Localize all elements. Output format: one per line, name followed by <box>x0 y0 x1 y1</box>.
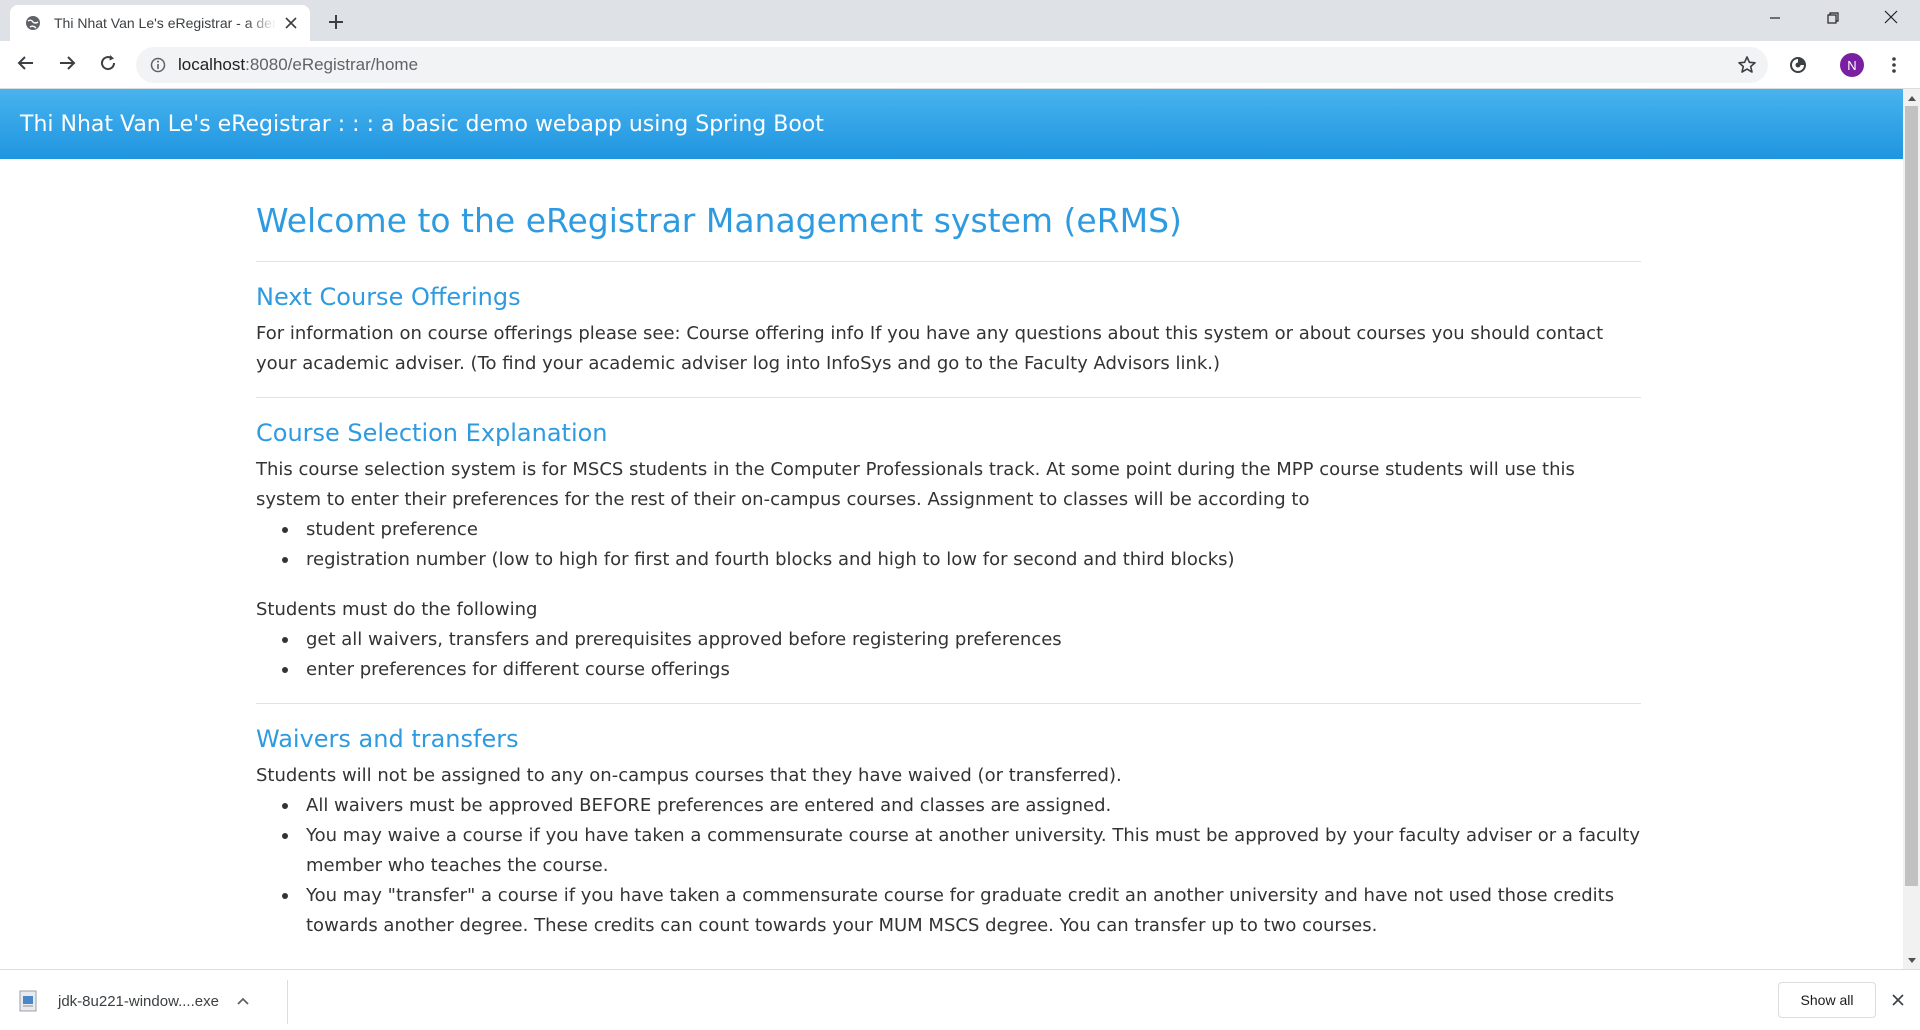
section-waivers-transfers: Waivers and transfers Students will not … <box>256 722 1641 941</box>
browser-tab-bar: Thi Nhat Van Le's eRegistrar - a demo we… <box>0 0 1920 41</box>
section-text: For information on course offerings plea… <box>256 323 1604 374</box>
reload-button[interactable] <box>92 49 124 81</box>
close-icon <box>1884 9 1898 28</box>
site-title[interactable]: Thi Nhat Van Le's eRegistrar : : : a bas… <box>20 112 824 137</box>
restore-button[interactable] <box>1804 0 1862 36</box>
scrollbar-thumb[interactable] <box>1905 106 1918 886</box>
list-item: student preference <box>282 515 1641 545</box>
info-icon[interactable] <box>148 55 168 75</box>
close-icon[interactable] <box>1886 988 1910 1012</box>
vertical-scrollbar[interactable] <box>1903 89 1920 969</box>
section-heading: Next Course Offerings <box>256 283 521 311</box>
list-item: All waivers must be approved BEFORE pref… <box>282 791 1641 821</box>
list-item: get all waivers, transfers and prerequis… <box>282 625 1641 655</box>
star-icon[interactable] <box>1736 54 1758 76</box>
page-title: Welcome to the eRegistrar Management sys… <box>256 199 1641 262</box>
globe-icon <box>24 14 42 32</box>
extension-icon[interactable] <box>1782 49 1814 81</box>
list-item: You may waive a course if you have taken… <box>282 821 1641 881</box>
back-button[interactable] <box>10 49 42 81</box>
divider <box>287 980 288 1024</box>
url-text: localhost:8080/eRegistrar/home <box>178 55 418 75</box>
back-arrow-icon <box>17 54 35 76</box>
download-bar: jdk-8u221-window....exe Show all <box>0 969 1920 1030</box>
section-heading: Course Selection Explanation <box>256 419 608 447</box>
minimize-icon <box>1769 9 1781 28</box>
main-content: Welcome to the eRegistrar Management sys… <box>256 199 1641 941</box>
waivers-list: All waivers must be approved BEFORE pref… <box>256 791 1641 941</box>
section-text: This course selection system is for MSCS… <box>256 459 1575 510</box>
list-item: You may "transfer" a course if you have … <box>282 881 1641 941</box>
scroll-down-arrow-icon[interactable] <box>1903 952 1920 969</box>
forward-button[interactable] <box>51 49 83 81</box>
address-bar[interactable]: localhost:8080/eRegistrar/home <box>136 47 1768 83</box>
window-controls <box>1746 0 1920 36</box>
executable-file-icon <box>16 989 40 1013</box>
requirements-list: get all waivers, transfers and prerequis… <box>256 625 1641 685</box>
close-icon[interactable] <box>282 14 300 32</box>
site-header: Thi Nhat Van Le's eRegistrar : : : a bas… <box>0 89 1903 159</box>
kebab-menu-icon[interactable] <box>1878 49 1910 81</box>
list-item: registration number (low to high for fir… <box>282 545 1641 575</box>
section-next-course-offerings: Next Course Offerings For information on… <box>256 280 1641 398</box>
show-all-button[interactable]: Show all <box>1778 982 1876 1018</box>
close-window-button[interactable] <box>1862 0 1920 36</box>
page-viewport: Thi Nhat Van Le's eRegistrar : : : a bas… <box>0 89 1903 969</box>
section-heading: Waivers and transfers <box>256 725 519 753</box>
list-item: enter preferences for different course o… <box>282 655 1641 685</box>
assignment-criteria-list: student preference registration number (… <box>256 515 1641 575</box>
browser-toolbar: localhost:8080/eRegistrar/home N <box>0 41 1920 89</box>
section-text: Students must do the following <box>256 599 538 620</box>
chevron-up-icon[interactable] <box>233 991 253 1011</box>
plus-icon <box>328 14 344 34</box>
section-text: Students will not be assigned to any on-… <box>256 765 1122 786</box>
url-host: localhost <box>178 55 246 74</box>
section-course-selection: Course Selection Explanation This course… <box>256 416 1641 704</box>
scroll-up-arrow-icon[interactable] <box>1903 89 1920 106</box>
minimize-button[interactable] <box>1746 0 1804 36</box>
download-file-name: jdk-8u221-window....exe <box>58 992 219 1010</box>
url-path: :8080/eRegistrar/home <box>245 55 419 74</box>
download-item[interactable]: jdk-8u221-window....exe <box>16 982 286 1020</box>
reload-icon <box>99 54 117 76</box>
forward-arrow-icon <box>58 54 76 76</box>
tab-title: Thi Nhat Van Le's eRegistrar - a demo we… <box>54 15 276 31</box>
restore-icon <box>1827 9 1839 28</box>
new-tab-button[interactable] <box>322 10 350 38</box>
profile-avatar[interactable]: N <box>1840 53 1864 77</box>
browser-tab[interactable]: Thi Nhat Van Le's eRegistrar - a demo we… <box>10 5 310 41</box>
